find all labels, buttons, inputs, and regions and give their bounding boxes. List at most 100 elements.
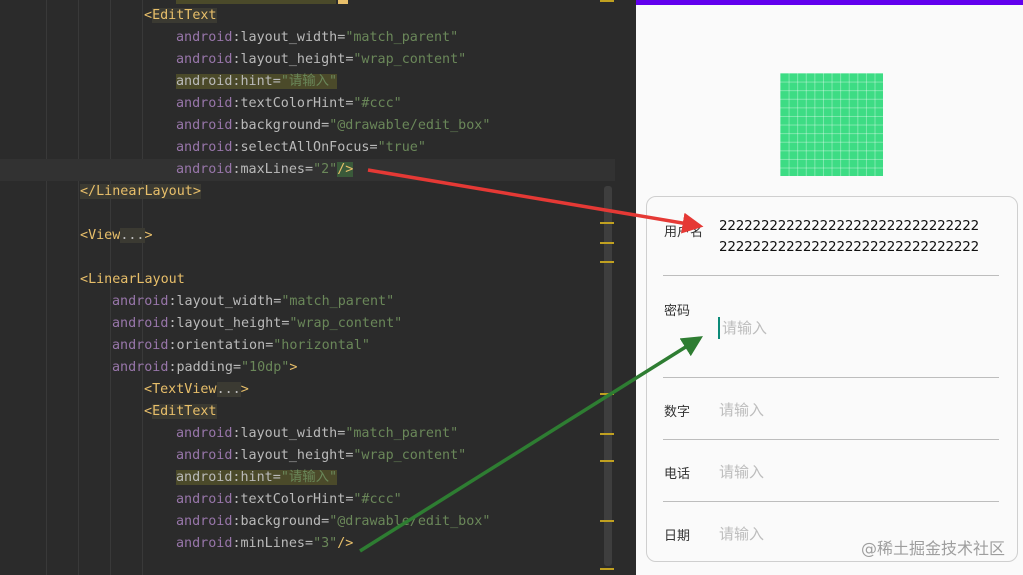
android-launcher-icon xyxy=(780,73,883,176)
code-token: < xyxy=(80,272,89,287)
code-token: : xyxy=(168,360,177,375)
code-token: EditText xyxy=(152,8,217,23)
code-token: "3" xyxy=(313,536,338,551)
code-token: layout_height xyxy=(240,448,346,463)
number-input[interactable]: 请输入 xyxy=(719,399,764,420)
code-token: > xyxy=(144,228,153,243)
warning-marker[interactable] xyxy=(600,433,614,435)
code-token: : xyxy=(232,140,241,155)
code-token: selectAllOnFocus xyxy=(240,140,370,155)
code-token: "10dp" xyxy=(241,360,290,375)
code-line[interactable]: <EditText xyxy=(144,5,217,27)
code-token: = xyxy=(369,140,378,155)
code-line[interactable]: android:maxLines="2"/> xyxy=(176,159,354,181)
code-token: android xyxy=(176,140,233,155)
code-token: : xyxy=(232,448,241,463)
code-token: android:hint xyxy=(176,470,273,485)
code-token: > xyxy=(240,382,249,397)
code-token: "请输入" xyxy=(280,74,338,89)
code-token: android xyxy=(176,514,233,529)
username-label: 用户名 xyxy=(664,225,704,240)
code-token: android xyxy=(176,96,233,111)
code-token: "wrap_content" xyxy=(289,316,403,331)
code-line[interactable]: android:minLines="3"/> xyxy=(176,533,353,555)
code-line[interactable]: android:hint="请输入" xyxy=(176,467,338,489)
warning-marker[interactable] xyxy=(600,242,614,244)
password-input[interactable]: 请输入 xyxy=(722,317,767,338)
code-token: < xyxy=(144,404,153,419)
code-token: android xyxy=(112,294,169,309)
code-token: "match_parent" xyxy=(345,426,459,441)
code-token: = xyxy=(305,536,314,551)
code-token: orientation xyxy=(176,338,266,353)
warning-marker[interactable] xyxy=(600,261,614,263)
code-line[interactable]: <TextView...> xyxy=(144,379,249,401)
password-label: 密码 xyxy=(664,304,691,319)
code-token: android xyxy=(176,162,233,177)
code-token: "match_parent" xyxy=(345,30,459,45)
code-line[interactable]: android:background="@drawable/edit_box" xyxy=(176,511,490,533)
warning-marker[interactable] xyxy=(600,0,614,2)
code-token: ... xyxy=(120,228,145,243)
code-token: "请输入" xyxy=(280,470,338,485)
phone-input[interactable]: 请输入 xyxy=(719,461,764,482)
code-token: = xyxy=(321,118,330,133)
code-token: "horizontal" xyxy=(273,338,370,353)
code-token: minLines xyxy=(240,536,306,551)
warning-marker[interactable] xyxy=(600,520,614,522)
code-line[interactable]: android:padding="10dp"> xyxy=(112,357,297,379)
form-card: 用户名 2222222222222222222222222222222 2222… xyxy=(646,196,1018,562)
code-line[interactable]: <EditText xyxy=(144,401,217,423)
code-line[interactable]: android:layout_width="match_parent" xyxy=(176,27,458,49)
code-token: "wrap_content" xyxy=(353,52,467,67)
code-token: : xyxy=(232,52,241,67)
warning-marker[interactable] xyxy=(600,393,614,395)
code-line[interactable]: android:orientation="horizontal" xyxy=(112,335,370,357)
watermark: @稀土掘金技术社区 xyxy=(860,539,1005,558)
warning-marker[interactable] xyxy=(600,222,614,224)
code-token: </LinearLayout> xyxy=(80,184,201,199)
code-line[interactable]: android:textColorHint="#ccc" xyxy=(176,489,402,511)
code-token: padding xyxy=(176,360,233,375)
code-token: : xyxy=(232,162,241,177)
code-line[interactable]: android:background="@drawable/edit_box" xyxy=(176,115,490,137)
code-token: layout_width xyxy=(240,426,338,441)
code-token: "#ccc" xyxy=(353,492,402,507)
code-token: "@drawable/edit_box" xyxy=(329,118,491,133)
code-line[interactable]: android:textColorHint="#ccc" xyxy=(176,93,402,115)
code-line[interactable]: android:layout_width="match_parent" xyxy=(112,291,394,313)
text-cursor xyxy=(718,317,720,339)
code-line[interactable]: android:layout_width="match_parent" xyxy=(176,423,458,445)
code-token: : xyxy=(168,316,177,331)
code-line[interactable]: </LinearLayout> xyxy=(80,181,201,203)
code-line[interactable]: <LinearLayout xyxy=(80,269,185,291)
code-token: < xyxy=(144,382,153,397)
warning-marker[interactable] xyxy=(600,568,614,570)
code-token: : xyxy=(232,536,241,551)
code-token: background xyxy=(240,514,322,529)
date-label: 日期 xyxy=(664,529,691,544)
username-value-line-1: 2222222222222222222222222222222 xyxy=(719,218,980,234)
phone-label: 电话 xyxy=(664,467,691,482)
code-line[interactable]: android:hint="请输入" xyxy=(176,71,338,93)
code-line[interactable]: android:selectAllOnFocus="true" xyxy=(176,137,426,159)
code-token: View xyxy=(88,228,121,243)
username-value-line-2: 2222222222222222222222222222222 xyxy=(719,239,980,255)
indent-guide xyxy=(46,0,47,575)
code-line[interactable]: android:layout_height="wrap_content" xyxy=(112,313,402,335)
code-line[interactable]: <View...> xyxy=(80,225,153,247)
code-editor[interactable]: <EditText android:layout_width="match_par… xyxy=(0,0,636,575)
status-bar xyxy=(636,0,1023,5)
username-input[interactable]: 2222222222222222222222222222222 22222222… xyxy=(719,216,1009,258)
warning-marker[interactable] xyxy=(600,460,614,462)
code-line[interactable]: android:layout_height="wrap_content" xyxy=(176,49,466,71)
code-token: : xyxy=(232,492,241,507)
code-token: = xyxy=(321,514,330,529)
form-row-password: 密码 请输入 xyxy=(647,276,1017,377)
code-token: : xyxy=(232,30,241,45)
date-input[interactable]: 请输入 xyxy=(719,523,764,544)
code-token: /> xyxy=(337,162,354,177)
code-line[interactable]: android:layout_height="wrap_content" xyxy=(176,445,466,467)
code-token: "true" xyxy=(377,140,426,155)
code-token: "2" xyxy=(313,162,338,177)
